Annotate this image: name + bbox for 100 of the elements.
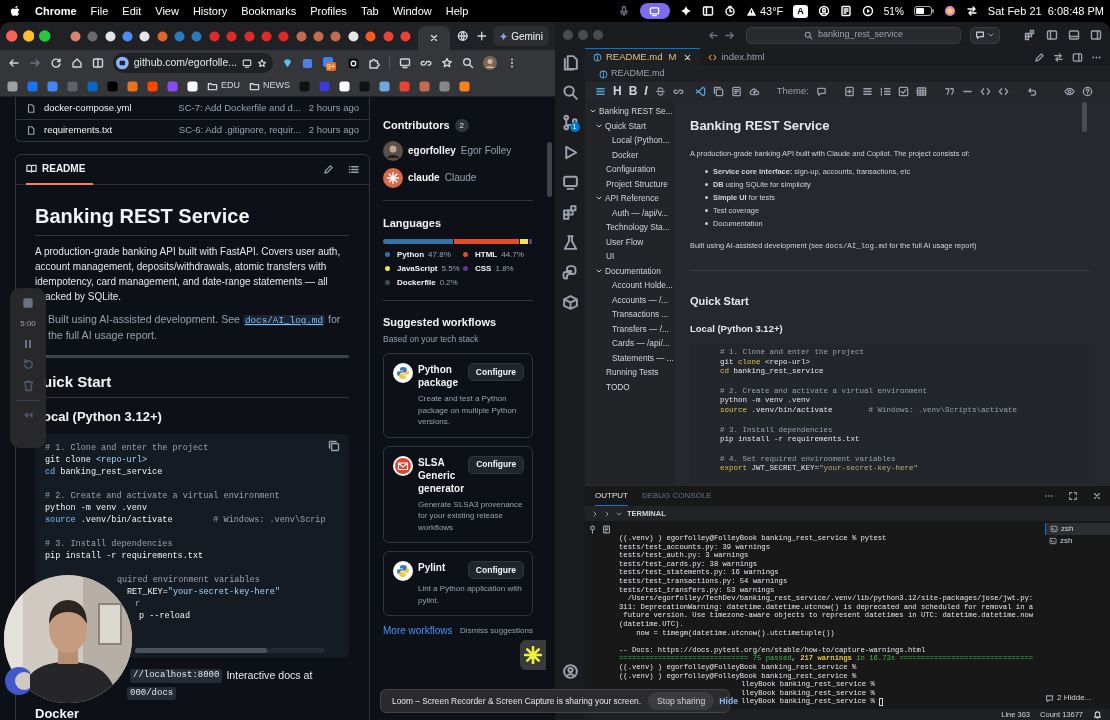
files-icon[interactable] bbox=[561, 54, 579, 71]
copy-icon[interactable] bbox=[328, 440, 340, 452]
format-button[interactable]: B bbox=[628, 85, 638, 97]
flask-icon[interactable] bbox=[561, 234, 579, 251]
terminal-session[interactable]: zsh bbox=[1045, 535, 1110, 547]
compare-icon[interactable] bbox=[1053, 51, 1064, 63]
outline-item[interactable]: Project Structure bbox=[606, 177, 668, 190]
outline-item[interactable]: Running Tests bbox=[606, 366, 659, 379]
forward-icon[interactable] bbox=[724, 29, 735, 41]
outline-item[interactable]: Technology Sta... bbox=[606, 221, 670, 234]
file-name-link[interactable]: requirements.txt bbox=[43, 123, 171, 138]
hidden-terminals-button[interactable]: 2 Hidde... bbox=[1045, 692, 1110, 704]
bookmark-icon[interactable] bbox=[339, 80, 350, 92]
checkbox-icon[interactable] bbox=[897, 85, 909, 97]
more-workflows-link[interactable]: More workflows bbox=[383, 623, 453, 639]
window-control-icon[interactable] bbox=[39, 30, 51, 42]
hide-button[interactable]: Hide bbox=[719, 694, 738, 708]
commit-message-link[interactable]: SC-6: Add .gitignore, requir... bbox=[178, 123, 301, 138]
strikethrough-icon[interactable] bbox=[654, 85, 666, 97]
address-bar[interactable]: github.com/egorfolle... bbox=[113, 53, 273, 73]
split-editor-icon[interactable] bbox=[1072, 51, 1083, 63]
snake-icon[interactable] bbox=[561, 264, 579, 281]
search-icon[interactable] bbox=[561, 84, 579, 101]
panel-icon[interactable] bbox=[1068, 29, 1080, 41]
username-link[interactable]: claude bbox=[408, 170, 440, 185]
bookmark-star-icon[interactable] bbox=[257, 57, 267, 69]
app-menu[interactable]: Chrome bbox=[35, 2, 77, 20]
outline-item[interactable]: Cards — /api/... bbox=[612, 337, 670, 350]
terminal-session[interactable]: zsh bbox=[1045, 523, 1110, 535]
cube-icon[interactable] bbox=[561, 294, 579, 311]
star-icon[interactable] bbox=[441, 57, 453, 69]
pin-icon[interactable] bbox=[588, 525, 597, 534]
language-name[interactable]: HTML bbox=[475, 249, 498, 260]
reload-icon[interactable] bbox=[50, 57, 62, 69]
restart-icon[interactable] bbox=[21, 358, 35, 371]
layout-icon[interactable] bbox=[1024, 29, 1036, 41]
help-icon[interactable] bbox=[1081, 85, 1093, 97]
bookmark-icon[interactable] bbox=[187, 80, 198, 92]
scrollbar-thumb[interactable] bbox=[135, 648, 267, 653]
close-icon[interactable] bbox=[683, 53, 693, 62]
menu-item[interactable]: Profiles bbox=[310, 2, 347, 20]
extensions-icon[interactable] bbox=[561, 204, 579, 221]
window-control-icon[interactable] bbox=[22, 30, 34, 42]
gem-icon[interactable] bbox=[282, 57, 293, 69]
search-field[interactable]: banking_rest_service bbox=[746, 26, 961, 44]
square-extension-icon[interactable] bbox=[348, 57, 359, 69]
outline-item[interactable]: Banking REST Se... bbox=[599, 105, 673, 118]
copy-icon[interactable] bbox=[712, 85, 724, 97]
split-view-icon[interactable] bbox=[92, 57, 104, 69]
outline-item[interactable]: Docker bbox=[612, 148, 639, 161]
outline-item[interactable]: Local (Python... bbox=[612, 134, 670, 147]
configure-button[interactable]: Configure bbox=[467, 561, 524, 580]
battery-icon[interactable] bbox=[913, 6, 934, 16]
gemini-button[interactable]: Gemini bbox=[493, 26, 549, 46]
loom-button[interactable] bbox=[520, 640, 546, 670]
menu-item[interactable]: File bbox=[90, 2, 109, 20]
breadcrumb-item[interactable]: README.md bbox=[611, 67, 665, 81]
back-icon[interactable] bbox=[8, 57, 20, 69]
pause-icon[interactable] bbox=[22, 338, 34, 350]
outline-item[interactable]: Accounts — /... bbox=[612, 293, 669, 306]
maximize-icon[interactable] bbox=[1068, 491, 1078, 501]
outline-item[interactable]: Statements — ... bbox=[612, 351, 674, 364]
file-name-link[interactable]: docker-compose.yml bbox=[43, 100, 171, 116]
outline-item[interactable]: Transactions ... bbox=[612, 308, 669, 321]
window-control-icon[interactable] bbox=[6, 30, 18, 42]
readme-tab[interactable]: README bbox=[26, 154, 94, 185]
warning-icon[interactable] bbox=[745, 5, 757, 17]
outline-item[interactable]: User Flow bbox=[606, 235, 644, 248]
back-icon[interactable] bbox=[708, 29, 719, 41]
clock-text[interactable]: Sat Feb 21 6:08:48 PM bbox=[987, 2, 1104, 20]
avatar-icon[interactable] bbox=[383, 140, 403, 161]
outline-item[interactable]: UI bbox=[606, 250, 615, 263]
menu-item[interactable]: Help bbox=[445, 2, 469, 20]
outline-icon[interactable] bbox=[348, 164, 359, 175]
username-link[interactable]: egorfolley bbox=[408, 143, 456, 158]
stop-sharing-button[interactable]: Stop sharing bbox=[648, 692, 715, 710]
bookmark-folder[interactable]: NEWS bbox=[249, 79, 290, 93]
menu-item[interactable]: Bookmarks bbox=[241, 2, 297, 20]
upload-icon[interactable] bbox=[748, 85, 760, 97]
input-source-button[interactable]: A bbox=[793, 4, 808, 18]
new-doc-icon[interactable] bbox=[843, 85, 855, 97]
apple-icon[interactable] bbox=[10, 4, 21, 18]
outline-item[interactable]: API Reference bbox=[605, 192, 659, 205]
edit-icon[interactable] bbox=[1034, 51, 1045, 63]
menu-item[interactable]: View bbox=[155, 2, 179, 20]
undo-icon[interactable] bbox=[1025, 85, 1037, 97]
menu-item[interactable]: Edit bbox=[122, 2, 142, 20]
screen-record-button[interactable] bbox=[639, 3, 670, 19]
search-tab-icon[interactable] bbox=[462, 57, 474, 69]
vscode-icon[interactable] bbox=[694, 85, 706, 97]
home-icon[interactable] bbox=[71, 57, 83, 69]
timer-icon[interactable] bbox=[723, 5, 736, 17]
outline-item[interactable]: Quick Start bbox=[605, 119, 647, 132]
color-wheel-icon[interactable] bbox=[943, 5, 956, 17]
bookmark-folder[interactable]: EDU bbox=[207, 79, 240, 93]
globe-icon[interactable] bbox=[457, 30, 469, 42]
sidebar-icon[interactable] bbox=[1090, 29, 1102, 41]
close-icon[interactable] bbox=[1092, 491, 1102, 501]
doc-link[interactable]: docs/AI_log.md bbox=[242, 315, 326, 326]
outline-item[interactable]: Auth — /api/v... bbox=[612, 206, 669, 219]
